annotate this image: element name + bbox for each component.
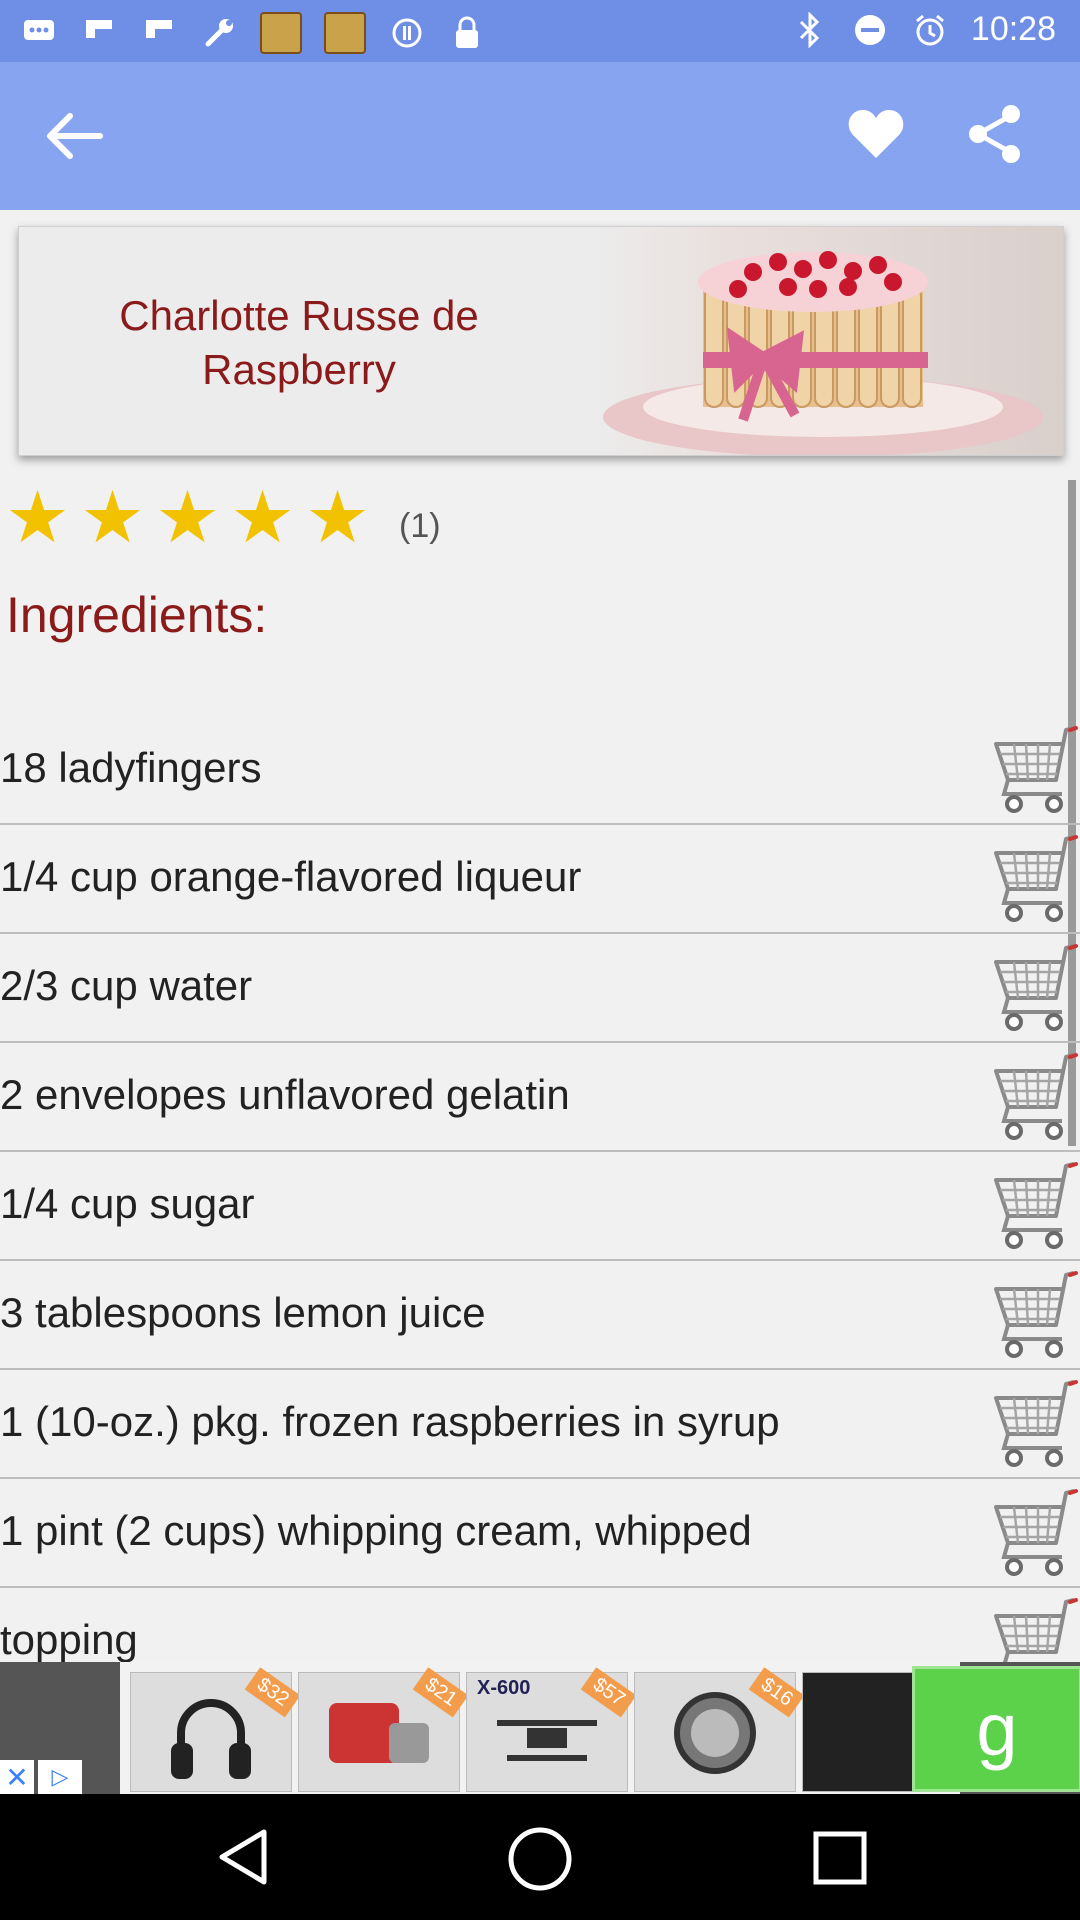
topics-app-icon: [260, 12, 302, 54]
nav-back-button[interactable]: [210, 1824, 276, 1890]
ad-product-headphones[interactable]: $32: [130, 1667, 301, 1792]
triangle-back-icon: [219, 1829, 267, 1885]
ingredient-text: 3 tablespoons lemon juice: [0, 1289, 486, 1336]
ingredient-text: 2/3 cup water: [0, 962, 253, 1009]
ingredient-text: 2 envelopes unflavored gelatin: [0, 1071, 570, 1118]
topics-app-icon: [324, 12, 366, 54]
bluetooth-icon: [791, 11, 829, 49]
shopping-cart-icon[interactable]: [978, 1267, 1078, 1363]
ingredient-row[interactable]: 18 ladyfingers: [0, 716, 1080, 825]
lock-icon: [448, 14, 486, 52]
system-icons: 10:28: [791, 10, 1056, 49]
ingredient-text: 1 (10-oz.) pkg. frozen raspberries in sy…: [0, 1398, 780, 1445]
shopping-cart-icon[interactable]: [978, 722, 1078, 818]
ingredient-text: 1/4 cup orange-flavored liqueur: [0, 853, 582, 900]
clock: 10:28: [970, 10, 1056, 48]
ingredient-text: 1/4 cup sugar: [0, 1180, 255, 1227]
ad-choices-icon[interactable]: ▷: [38, 1760, 82, 1794]
nav-home-button[interactable]: [505, 1824, 575, 1894]
chat-icon: [20, 14, 58, 52]
shopping-cart-icon[interactable]: [978, 831, 1078, 927]
square-recents-icon: [813, 1831, 867, 1885]
ingredient-row[interactable]: 1 (10-oz.) pkg. frozen raspberries in sy…: [0, 1370, 1080, 1479]
ingredient-text: topping: [0, 1616, 138, 1663]
ingredient-text: 1 pint (2 cups) whipping cream, whipped: [0, 1507, 752, 1554]
heart-icon: [848, 110, 904, 158]
ingredient-row[interactable]: 2 envelopes unflavored gelatin: [0, 1043, 1080, 1152]
ingredient-row[interactable]: 2/3 cup water: [0, 934, 1080, 1043]
star-icon[interactable]: ★: [150, 482, 225, 554]
ad-product-appliance[interactable]: $21: [298, 1667, 469, 1792]
shopping-cart-icon[interactable]: [978, 1158, 1078, 1254]
ad-banner[interactable]: $32 $21 $57 X-600 $16 g ✕ ▷: [0, 1662, 1080, 1794]
favorite-button[interactable]: [846, 104, 906, 164]
ad-close-icon[interactable]: ✕: [0, 1760, 34, 1794]
star-icon[interactable]: ★: [300, 482, 375, 554]
notification-icons: [20, 12, 486, 54]
flipboard-icon: [80, 14, 118, 52]
star-icon[interactable]: ★: [225, 482, 300, 554]
ingredient-row[interactable]: 3 tablespoons lemon juice: [0, 1261, 1080, 1370]
ingredient-row[interactable]: 1/4 cup sugar: [0, 1152, 1080, 1261]
circle-home-icon: [508, 1827, 572, 1891]
back-button[interactable]: [40, 106, 110, 166]
ingredient-row[interactable]: 1 pint (2 cups) whipping cream, whipped: [0, 1479, 1080, 1588]
app-bar: [0, 62, 1080, 210]
star-icon[interactable]: ★: [75, 482, 150, 554]
flipboard-icon: [140, 14, 178, 52]
share-button[interactable]: [964, 102, 1026, 166]
ingredient-list: 18 ladyfingers 1/4 cup orange-flavored li…: [0, 716, 1080, 1697]
recipe-title: Charlotte Russe de Raspberry: [119, 292, 479, 393]
shopping-cart-icon[interactable]: [978, 1485, 1078, 1581]
recipe-photo: [593, 227, 1063, 455]
ingredient-text: 18 ladyfingers: [0, 744, 262, 791]
circle-pause-icon: [388, 14, 426, 52]
navigation-bar: [0, 1794, 1080, 1920]
wrench-icon: [200, 14, 238, 52]
shopping-cart-icon[interactable]: [978, 1049, 1078, 1145]
rating: ★ ★ ★ ★ ★ (1): [0, 478, 441, 558]
ad-content[interactable]: $32 $21 $57 X-600 $16 g: [120, 1662, 1080, 1794]
ingredient-row[interactable]: 1/4 cup orange-flavored liqueur: [0, 825, 1080, 934]
arrow-left-icon: [47, 113, 103, 159]
nav-recents-button[interactable]: [810, 1828, 870, 1888]
ingredients-heading: Ingredients:: [6, 587, 268, 643]
status-bar: 10:28: [0, 0, 1080, 62]
ad-cta-button[interactable]: g: [912, 1666, 1080, 1792]
shopping-cart-icon[interactable]: [978, 1376, 1078, 1472]
rating-count: (1): [399, 506, 441, 545]
ad-tile-label: X-600: [477, 1677, 531, 1699]
recipe-banner: Charlotte Russe de Raspberry: [18, 226, 1064, 456]
star-icon[interactable]: ★: [0, 482, 75, 554]
shopping-cart-icon[interactable]: [978, 940, 1078, 1036]
share-icon: [969, 105, 1020, 163]
alarm-icon: [911, 11, 949, 49]
do-not-disturb-icon: [851, 11, 889, 49]
ad-product-watch[interactable]: $16: [634, 1667, 805, 1792]
ad-product-drone[interactable]: $57 X-600: [466, 1667, 637, 1792]
